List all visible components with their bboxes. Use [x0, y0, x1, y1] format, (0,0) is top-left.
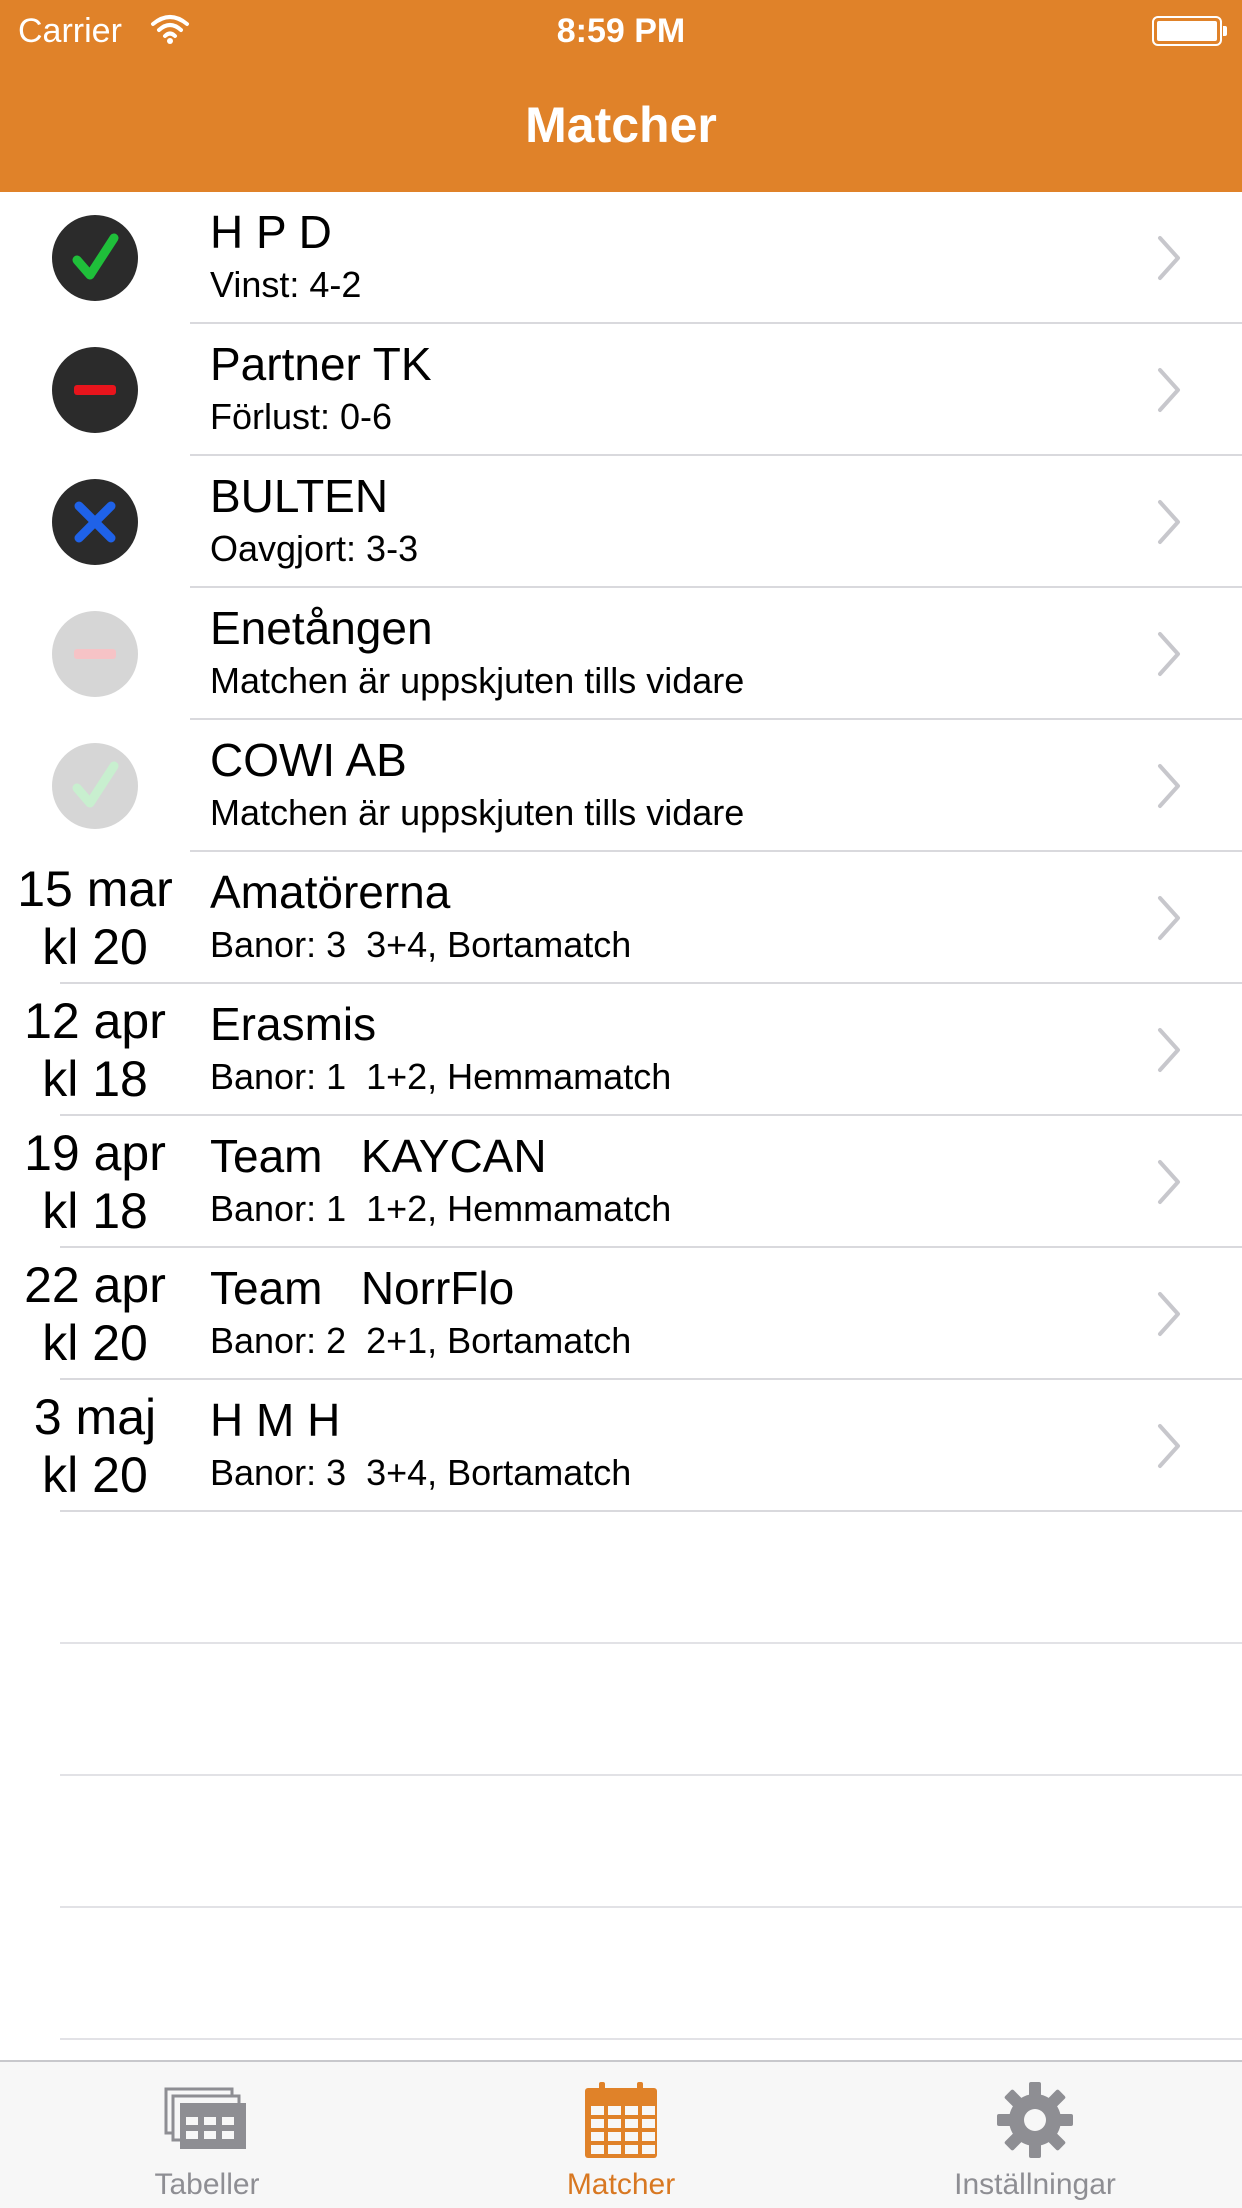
- tables-icon: [162, 2080, 252, 2160]
- opponent-name: H P D: [210, 206, 332, 258]
- opponent-name: H M H: [210, 1394, 341, 1446]
- chevron-right-icon: [1158, 764, 1180, 808]
- match-detail: Matchen är uppskjuten tills vidare: [210, 660, 745, 701]
- tab-tabeller[interactable]: Tabeller: [0, 2062, 414, 2208]
- screen: Carrier 8:59 PM Matcher H P D Vinst: 4-2 P…: [0, 0, 1242, 2208]
- cross-icon: [52, 479, 138, 565]
- match-row[interactable]: 22 apr kl 20 Team NorrFlo Banor: 2 2+1, Bor…: [0, 1248, 1242, 1380]
- match-detail: Matchen är uppskjuten tills vidare: [210, 792, 745, 833]
- match-datetime: 15 mar kl 20: [0, 852, 190, 984]
- empty-row: [0, 1644, 1242, 1776]
- match-detail: Banor: 3 3+4, Bortamatch: [210, 1452, 632, 1493]
- chevron-right-icon: [1158, 632, 1180, 676]
- result-status: [0, 720, 190, 852]
- match-date: 19 apr: [24, 1125, 166, 1181]
- tab-label: Tabeller: [154, 2168, 260, 2201]
- chevron-right-icon: [1158, 896, 1180, 940]
- check-icon: [52, 215, 138, 301]
- empty-row: [0, 1776, 1242, 1908]
- page-title: Matcher: [525, 97, 717, 153]
- match-detail: Förlust: 0-6: [210, 396, 393, 437]
- match-time: kl 20: [42, 1315, 148, 1371]
- match-row[interactable]: 15 mar kl 20 Amatörerna Banor: 3 3+4, Borta…: [0, 852, 1242, 984]
- match-time: kl 18: [42, 1051, 148, 1107]
- match-detail: Banor: 1 1+2, Hemmamatch: [210, 1056, 672, 1097]
- match-detail: Vinst: 4-2: [210, 264, 362, 305]
- minus-icon: [52, 611, 138, 697]
- tab-matcher[interactable]: Matcher: [414, 2062, 828, 2208]
- navigation-header: Carrier 8:59 PM Matcher: [0, 0, 1242, 192]
- match-row[interactable]: 19 apr kl 18 Team KAYCAN Banor: 1 1+2, Hemm…: [0, 1116, 1242, 1248]
- status-bar: Carrier 8:59 PM: [0, 0, 1242, 60]
- match-datetime: 12 apr kl 18: [0, 984, 190, 1116]
- opponent-name: Amatörerna: [210, 866, 451, 918]
- opponent-name: Partner TK: [210, 338, 432, 390]
- battery-icon: [1152, 16, 1227, 46]
- opponent-name: Team KAYCAN: [210, 1130, 547, 1182]
- match-detail: Oavgjort: 3-3: [210, 528, 419, 569]
- match-date: 3 maj: [33, 1389, 157, 1445]
- result-status: [0, 192, 190, 324]
- opponent-name: Enetången: [210, 602, 433, 654]
- calendar-icon: [576, 2080, 666, 2160]
- match-row[interactable]: Enetången Matchen är uppskjuten tills vid…: [0, 588, 1242, 720]
- chevron-right-icon: [1158, 236, 1180, 280]
- chevron-right-icon: [1158, 1160, 1180, 1204]
- match-detail: Banor: 3 3+4, Bortamatch: [210, 924, 632, 965]
- match-row[interactable]: H P D Vinst: 4-2: [0, 192, 1242, 324]
- empty-row: [0, 1512, 1242, 1644]
- tab-label: Inställningar: [954, 2168, 1116, 2201]
- chevron-right-icon: [1158, 1292, 1180, 1336]
- chevron-right-icon: [1158, 1028, 1180, 1072]
- match-datetime: 3 maj kl 20: [0, 1380, 190, 1512]
- opponent-name: COWI AB: [210, 734, 407, 786]
- tab-inst-llningar[interactable]: Inställningar: [828, 2062, 1242, 2208]
- match-detail: Banor: 1 1+2, Hemmamatch: [210, 1188, 672, 1229]
- match-row[interactable]: Partner TK Förlust: 0-6: [0, 324, 1242, 456]
- match-time: kl 20: [42, 1447, 148, 1503]
- opponent-name: BULTEN: [210, 470, 389, 522]
- match-list: H P D Vinst: 4-2 Partner TK Förlust: 0-6 BUL…: [0, 192, 1242, 2040]
- chevron-right-icon: [1158, 368, 1180, 412]
- result-status: [0, 456, 190, 588]
- match-detail: Banor: 2 2+1, Bortamatch: [210, 1320, 632, 1361]
- tab-bar: Tabeller Matcher Inställningar: [0, 2060, 1242, 2208]
- match-time: kl 18: [42, 1183, 148, 1239]
- result-status: [0, 324, 190, 456]
- chevron-right-icon: [1158, 1424, 1180, 1468]
- minus-icon: [52, 347, 138, 433]
- status-time: 8:59 PM: [556, 12, 686, 50]
- match-date: 22 apr: [24, 1257, 166, 1313]
- opponent-name: Erasmis: [210, 998, 377, 1050]
- match-row[interactable]: 12 apr kl 18 Erasmis Banor: 1 1+2, Hemmamat…: [0, 984, 1242, 1116]
- match-date: 12 apr: [24, 993, 166, 1049]
- match-time: kl 20: [42, 919, 148, 975]
- match-row[interactable]: COWI AB Matchen är uppskjuten tills vidar…: [0, 720, 1242, 852]
- check-icon: [52, 743, 138, 829]
- empty-row: [0, 1908, 1242, 2040]
- gear-icon: [990, 2080, 1080, 2160]
- chevron-right-icon: [1158, 500, 1180, 544]
- match-datetime: 19 apr kl 18: [0, 1116, 190, 1248]
- match-datetime: 22 apr kl 20: [0, 1248, 190, 1380]
- opponent-name: Team NorrFlo: [210, 1262, 515, 1314]
- match-date: 15 mar: [17, 861, 173, 917]
- tab-label: Matcher: [566, 2168, 676, 2201]
- result-status: [0, 588, 190, 720]
- match-row[interactable]: BULTEN Oavgjort: 3-3: [0, 456, 1242, 588]
- match-row[interactable]: 3 maj kl 20 H M H Banor: 3 3+4, Bortamatch: [0, 1380, 1242, 1512]
